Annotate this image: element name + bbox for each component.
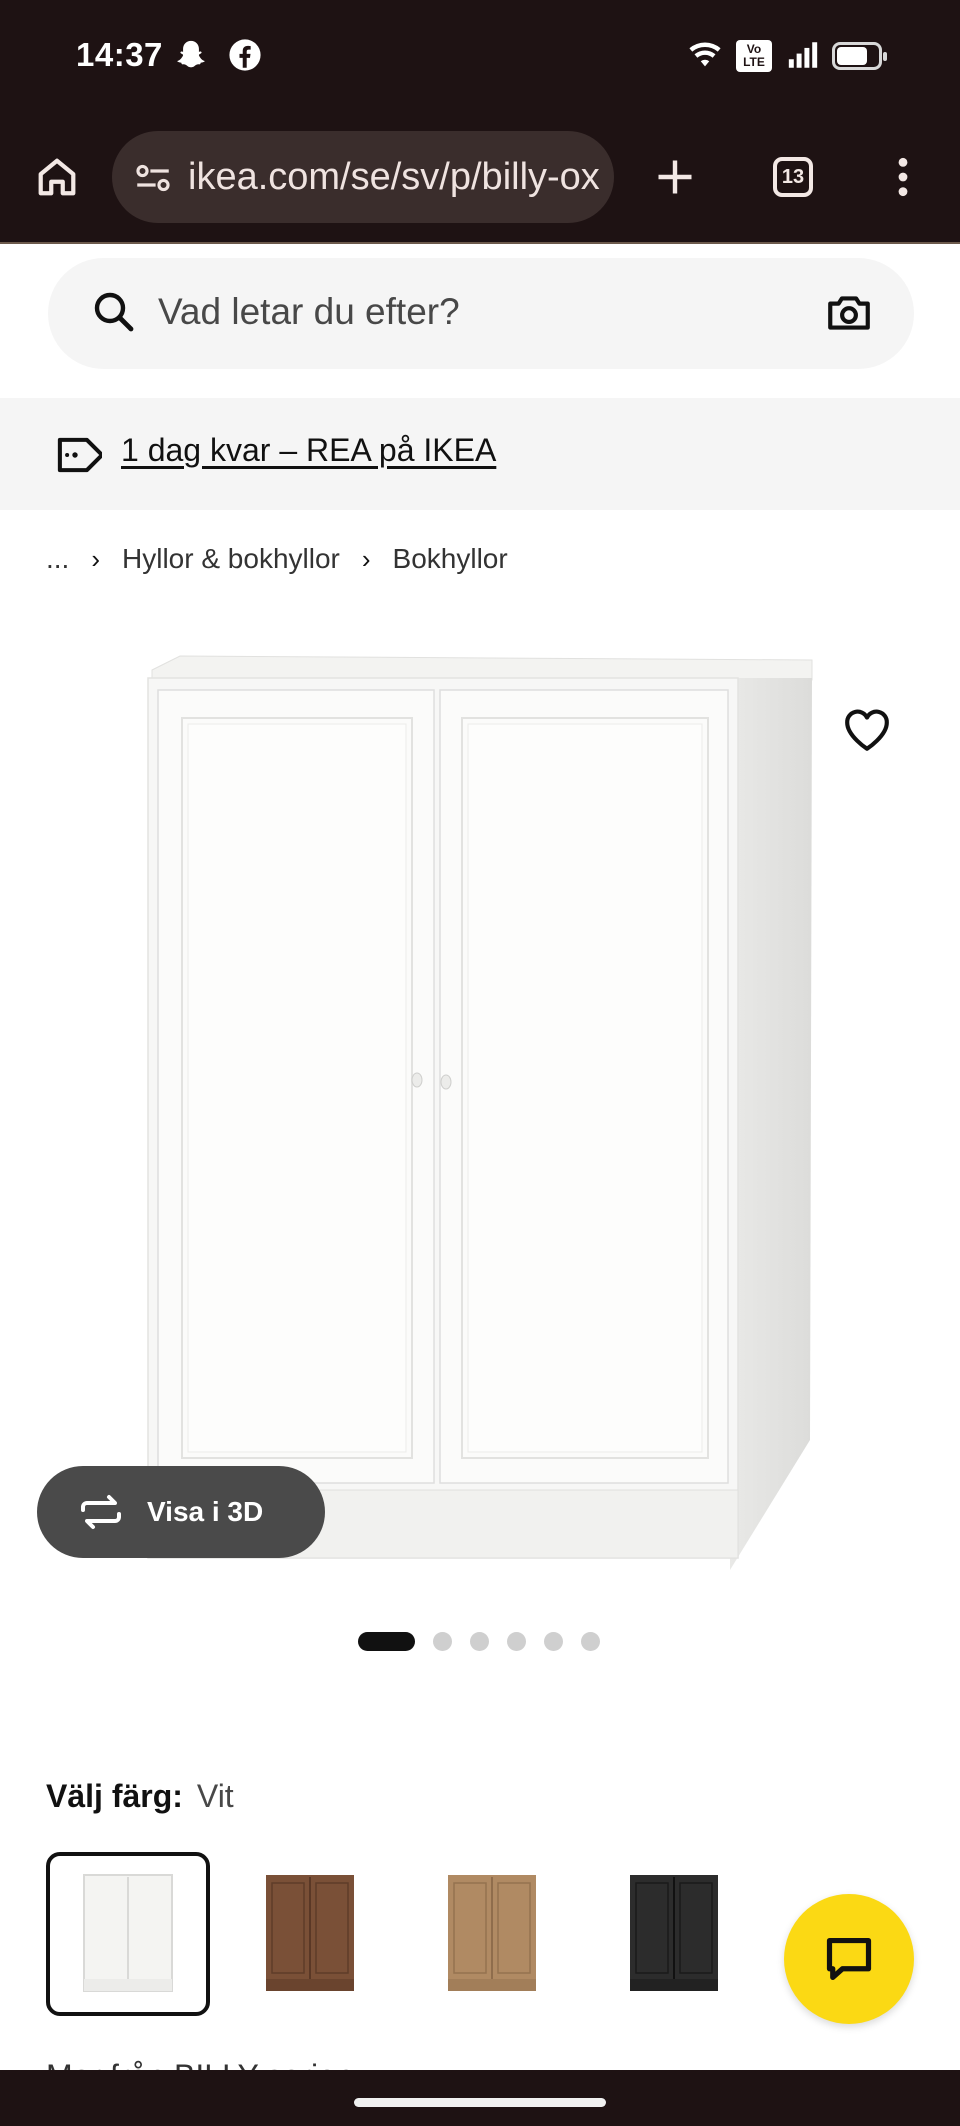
breadcrumb-item-bookcases[interactable]: Bokhyllor xyxy=(393,543,508,575)
cabinet-thumbnail-white xyxy=(83,1874,173,1992)
home-button[interactable] xyxy=(18,138,96,216)
battery-icon xyxy=(832,42,887,70)
chevron-right-icon: › xyxy=(91,543,101,574)
breadcrumb: ... › Hyllor & bokhyllor › Bokhyllor xyxy=(46,542,508,576)
pagination-dot[interactable] xyxy=(544,1632,563,1651)
pagination-dot[interactable] xyxy=(433,1632,452,1651)
menu-button[interactable] xyxy=(864,138,942,216)
cabinet-thumbnail-brown xyxy=(266,1875,354,1991)
chat-button[interactable] xyxy=(784,1894,914,2024)
search-bar[interactable]: Vad letar du efter? xyxy=(48,258,914,369)
site-settings-icon[interactable] xyxy=(132,157,174,199)
address-bar[interactable]: ikea.com/se/sv/p/billy-ox xyxy=(112,131,614,223)
breadcrumb-item-ellipsis[interactable]: ... xyxy=(46,543,69,575)
product-image[interactable] xyxy=(140,650,820,1580)
promo-link[interactable]: 1 dag kvar – REA på IKEA xyxy=(121,432,496,469)
pagination-dot-active[interactable] xyxy=(358,1632,415,1651)
view-in-3d-button[interactable]: Visa i 3D xyxy=(37,1466,325,1558)
new-tab-button[interactable] xyxy=(636,138,714,216)
snapchat-icon xyxy=(177,40,205,68)
rotate-3d-icon xyxy=(81,1495,121,1529)
tabs-button[interactable]: 13 xyxy=(754,138,832,216)
chat-bubble-icon xyxy=(826,1937,872,1981)
url-text: ikea.com/se/sv/p/billy-ox xyxy=(188,156,600,198)
view-in-3d-label: Visa i 3D xyxy=(147,1496,264,1527)
search-placeholder: Vad letar du efter? xyxy=(158,291,460,332)
gesture-handle[interactable] xyxy=(354,2098,606,2107)
favorite-heart-icon[interactable] xyxy=(842,706,892,752)
color-swatch-black[interactable] xyxy=(592,1852,756,2016)
pagination-dot[interactable] xyxy=(581,1632,600,1651)
cabinet-thumbnail-oak xyxy=(448,1875,536,1991)
color-swatch-brown[interactable] xyxy=(228,1852,392,2016)
signal-icon xyxy=(788,42,818,68)
home-icon xyxy=(38,158,76,196)
promo-banner: 1 dag kvar – REA på IKEA xyxy=(0,398,960,510)
color-swatch-oak[interactable] xyxy=(410,1852,574,2016)
chevron-right-icon: › xyxy=(361,543,371,574)
color-swatches xyxy=(46,1852,774,2016)
pagination-dot[interactable] xyxy=(507,1632,526,1651)
color-label: Välj färg: xyxy=(46,1778,183,1814)
search-icon xyxy=(94,292,134,332)
facebook-icon xyxy=(229,39,261,71)
color-swatch-white[interactable] xyxy=(46,1852,210,2016)
color-selected-value: Vit xyxy=(196,1778,234,1814)
camera-search-icon[interactable] xyxy=(824,288,874,338)
screen: 14:37 Vo LTE ikea.com/se/sv/p/billy-ox 13 xyxy=(0,0,960,2126)
tabs-icon: 13 xyxy=(773,157,813,197)
breadcrumb-item-shelves[interactable]: Hyllor & bokhyllor xyxy=(122,543,340,575)
price-tag-icon xyxy=(57,437,102,473)
cabinet-thumbnail-black xyxy=(630,1875,718,1991)
menu-icon xyxy=(898,157,908,197)
pagination-dot[interactable] xyxy=(470,1632,489,1651)
color-selector-heading: Välj färg: Vit xyxy=(46,1778,234,1815)
browser-toolbar: ikea.com/se/sv/p/billy-ox 13 xyxy=(0,110,960,244)
status-time: 14:37 xyxy=(76,36,163,73)
wifi-icon xyxy=(689,42,721,67)
status-bar: 14:37 Vo LTE xyxy=(0,0,960,110)
image-pagination xyxy=(358,1632,618,1651)
volte-icon: Vo LTE xyxy=(736,40,772,72)
new-tab-icon xyxy=(658,160,692,194)
